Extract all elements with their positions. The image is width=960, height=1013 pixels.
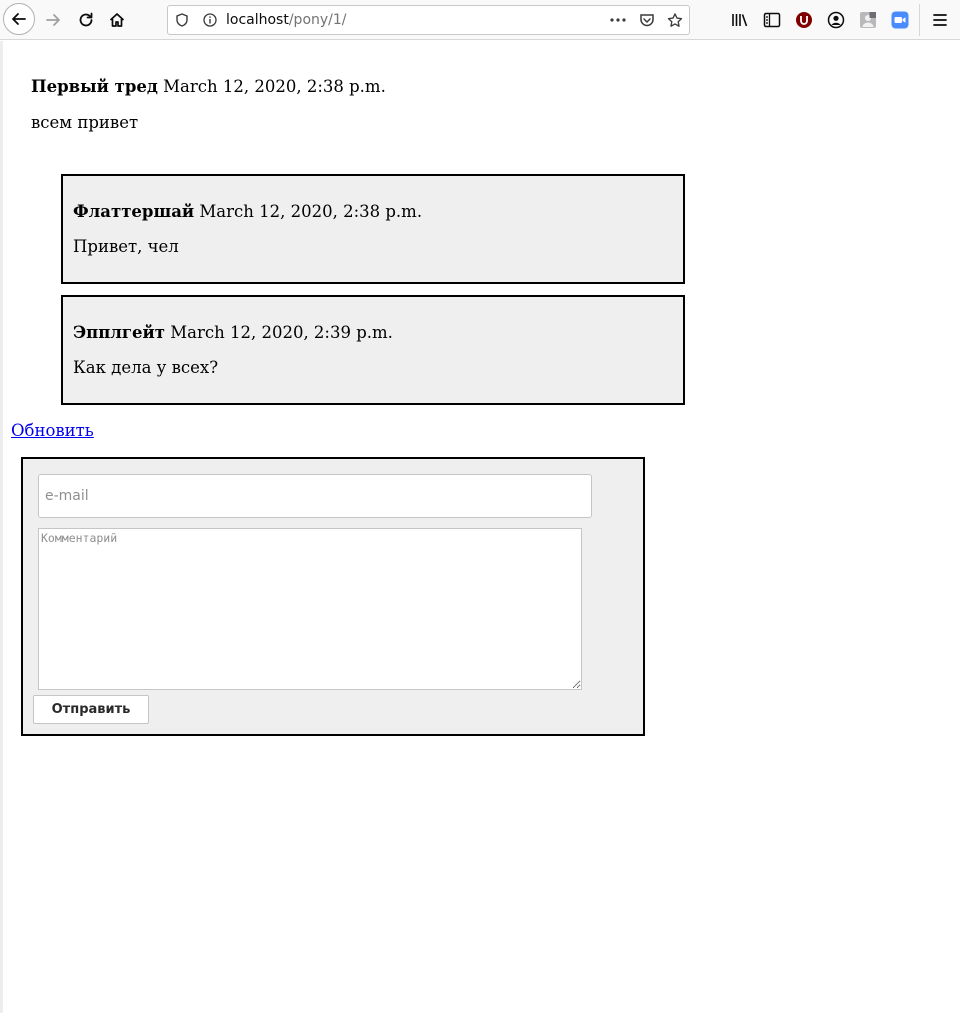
thread-title: Первый тред: [31, 77, 158, 96]
comment-card: Флаттершай March 12, 2020, 2:38 p.m. При…: [61, 174, 685, 284]
shield-icon[interactable]: [174, 12, 190, 28]
refresh-link[interactable]: Обновить: [11, 421, 94, 440]
account-icon[interactable]: [822, 6, 850, 34]
comment-body: Как дела у всех?: [73, 358, 219, 377]
thread-date: March 12, 2020, 2:38 p.m.: [163, 77, 386, 96]
url-host: localhost: [226, 12, 289, 28]
comment-header: Эпплгейт March 12, 2020, 2:39 p.m.: [73, 323, 393, 342]
ublock-icon[interactable]: [790, 6, 818, 34]
reload-icon[interactable]: [72, 6, 100, 34]
extension-icon[interactable]: [854, 6, 882, 34]
comment-body: Привет, чел: [73, 237, 179, 256]
comment-date: March 12, 2020, 2:38 p.m.: [199, 202, 423, 221]
submit-button[interactable]: Отправить: [33, 695, 149, 724]
comment-date: March 12, 2020, 2:39 p.m.: [170, 323, 393, 342]
browser-toolbar: localhost/pony/1/: [0, 0, 960, 40]
comment-author: Эпплгейт: [73, 323, 165, 342]
url-text: localhost/pony/1/: [226, 12, 347, 28]
url-bar[interactable]: localhost/pony/1/: [167, 5, 690, 35]
star-icon[interactable]: [667, 12, 683, 28]
pocket-icon[interactable]: [639, 12, 655, 28]
thread-body: всем привет: [31, 113, 139, 132]
library-icon[interactable]: [726, 6, 754, 34]
back-arrow-icon[interactable]: [3, 3, 35, 35]
page-content: Первый тред March 12, 2020, 2:38 p.m. вс…: [0, 41, 960, 1013]
url-path: /pony/1/: [288, 12, 347, 28]
comment-author: Флаттершай: [73, 202, 195, 221]
email-input[interactable]: [38, 474, 592, 518]
thread-header: Первый тред March 12, 2020, 2:38 p.m.: [31, 77, 386, 96]
comment-form: Отправить: [21, 457, 645, 736]
toolbar-separator: [919, 4, 920, 36]
info-icon[interactable]: [202, 12, 218, 28]
menu-icon[interactable]: [926, 6, 954, 34]
forward-arrow-icon[interactable]: [39, 6, 67, 34]
sidebar-icon[interactable]: [758, 6, 786, 34]
comment-card: Эпплгейт March 12, 2020, 2:39 p.m. Как д…: [61, 295, 685, 405]
comment-header: Флаттершай March 12, 2020, 2:38 p.m.: [73, 202, 422, 221]
more-dots-icon[interactable]: [610, 12, 626, 28]
zoom-icon[interactable]: [886, 6, 914, 34]
home-icon[interactable]: [103, 6, 131, 34]
comment-textarea[interactable]: [38, 528, 582, 690]
